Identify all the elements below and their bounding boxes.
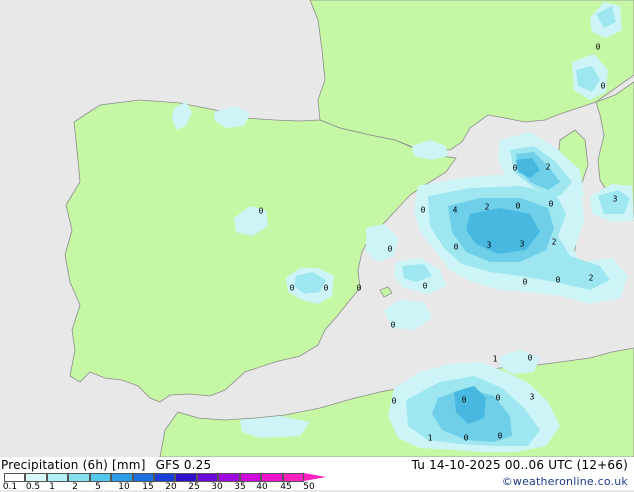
value-label: 0 [423,282,428,291]
scale-tick: 15 [142,482,154,492]
scale-tick: 0.5 [25,482,41,492]
scale-tick: 0.1 [2,482,18,492]
scale-tick: 40 [256,482,268,492]
scale-swatch [175,473,197,482]
value-label: 0 [496,394,501,403]
value-label: 0 [549,200,554,209]
scale-swatch [25,473,47,482]
scale-swatch [218,473,240,482]
value-label: 0 [357,284,362,293]
scale-tick: 45 [280,482,292,492]
value-label: 0 [392,397,397,406]
scale-swatch [111,473,133,482]
scale-swatch [4,473,26,482]
credit-link[interactable]: ©weatheronline.co.uk [502,475,628,488]
scale-swatch [46,473,69,482]
scale-tick: 2 [72,482,78,492]
model-name: GFS 0.25 [155,458,212,472]
value-label: 2 [589,274,594,283]
value-label: 0 [421,206,426,215]
value-label: 1 [428,434,433,443]
scale-arrow [304,473,326,481]
map-canvas: 0 0 0 0 2 3 0 4 2 0 0 0 3 3 2 0 0 0 0 0 0 0 0 2 1 0 0 0 0 3 1 0 0 [0,0,634,457]
value-label: 3 [487,241,492,250]
value-label: 0 [391,321,396,330]
scale-tick: 25 [188,482,200,492]
forecast-map: 000023042000332000000002100003100 Precip… [0,0,634,492]
color-scale [4,473,328,482]
scale-tick: 5 [95,482,101,492]
value-label: 3 [520,240,525,249]
value-label: 0 [523,278,528,287]
value-label: 0 [498,432,503,441]
scale-swatch [261,473,283,482]
valid-time: Tu 14-10-2025 00..06 UTC (12+66) [411,458,628,472]
scale-tick: 1 [49,482,55,492]
value-label: 0 [556,276,561,285]
scale-tick: 50 [303,482,315,492]
scale-tick: 35 [234,482,246,492]
value-label: 4 [453,206,458,215]
scale-swatch [196,473,219,482]
scale-swatch [282,473,304,482]
value-label: 0 [454,243,459,252]
value-label: 0 [290,284,295,293]
scale-tick: 10 [118,482,130,492]
value-label: 0 [528,354,533,363]
value-label: 2 [546,163,551,172]
scale-tick: 30 [211,482,223,492]
product-title-text: Precipitation (6h) [mm] [1,458,146,472]
value-label: 2 [552,238,557,247]
product-title: Precipitation (6h) [mm] GFS 0.25 [1,458,211,472]
legend-footer: Precipitation (6h) [mm] GFS 0.25 Tu 14-1… [0,457,634,492]
value-label: 1 [493,355,498,364]
value-label: 0 [259,207,264,216]
value-label: 0 [601,82,606,91]
scale-swatch [68,473,90,482]
value-label: 0 [596,43,601,52]
scale-tick: 20 [165,482,177,492]
value-label: 0 [464,434,469,443]
value-label: 3 [613,195,618,204]
value-label: 2 [485,203,490,212]
value-label: 0 [513,164,518,173]
scale-swatch [132,473,154,482]
value-label: 0 [388,245,393,254]
scale-swatch [154,473,176,482]
scale-swatch [239,473,262,482]
scale-swatch [89,473,112,482]
value-label: 0 [324,284,329,293]
value-label: 0 [516,202,521,211]
scale-tick-labels: 0.1 0.5 1 2 5 10 15 20 25 30 35 40 45 50 [0,482,330,492]
value-label: 3 [530,393,535,402]
value-label: 0 [462,396,467,405]
